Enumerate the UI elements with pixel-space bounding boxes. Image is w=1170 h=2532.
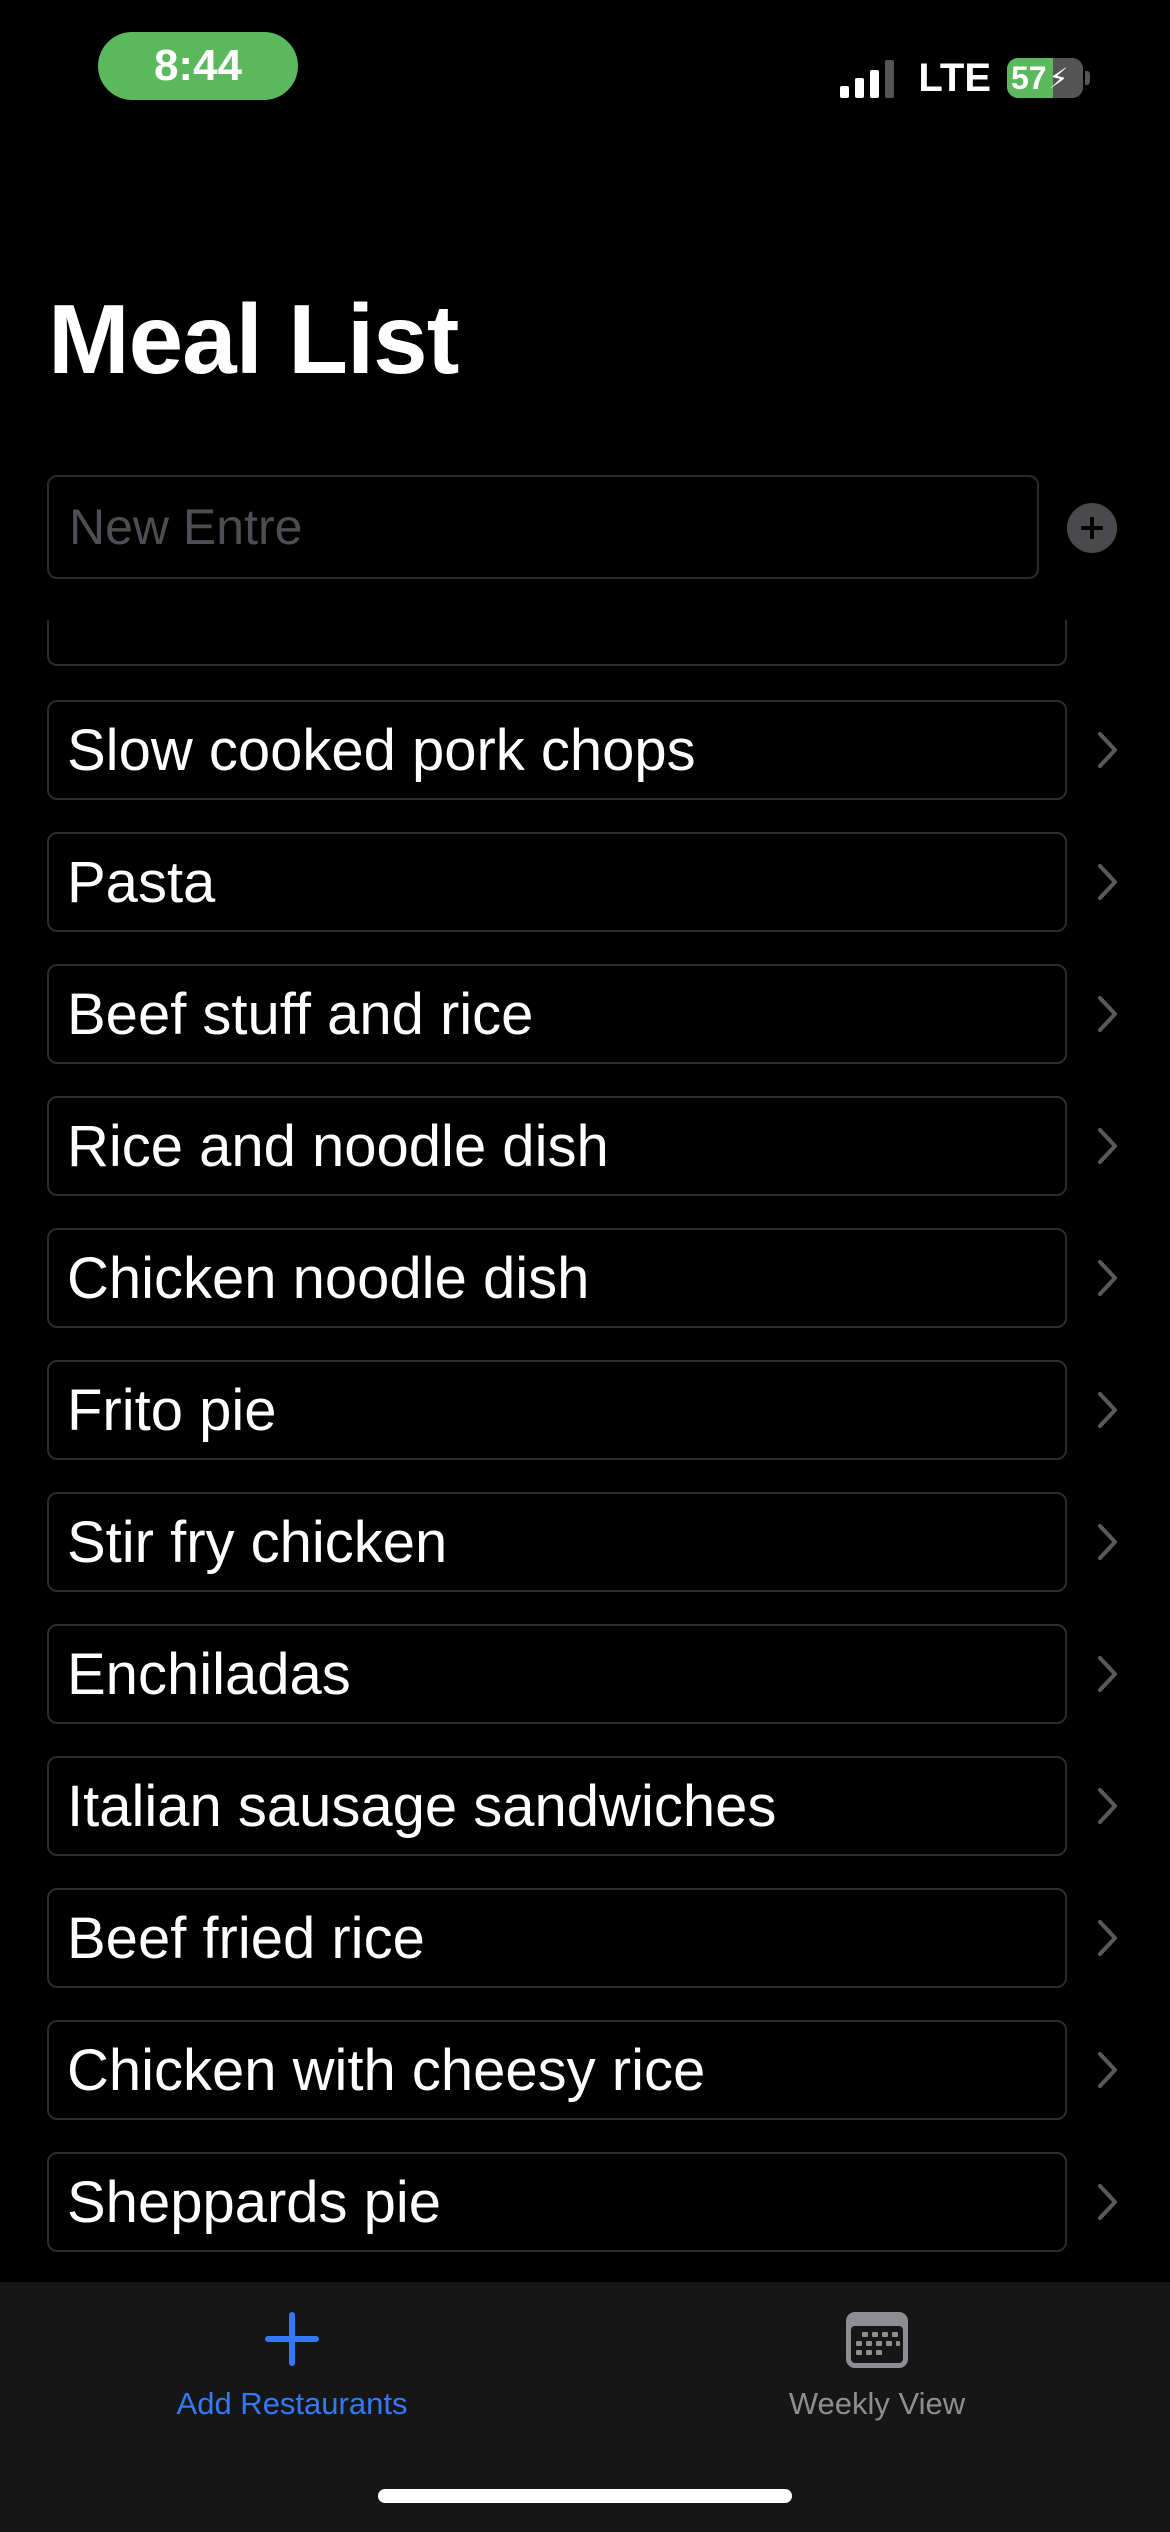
home-indicator[interactable]	[378, 2489, 792, 2503]
meal-name: Enchiladas	[47, 1624, 1067, 1724]
meal-list-item[interactable]: Beef fried rice	[0, 1888, 1170, 1988]
meal-name: Pasta	[47, 832, 1067, 932]
chevron-right-icon	[1098, 1788, 1117, 1824]
meal-list-item[interactable]: Beef stuff and rice	[0, 964, 1170, 1064]
meal-list-item[interactable]: Enchiladas	[0, 1624, 1170, 1724]
meal-name: Sheppards pie	[47, 2152, 1067, 2252]
chevron-right-icon	[1098, 1920, 1117, 1956]
meal-name: Chicken with cheesy rice	[47, 2020, 1067, 2120]
tab-weekly-view[interactable]: Weekly View	[677, 2282, 1077, 2432]
meal-name: Beef stuff and rice	[47, 964, 1067, 1064]
chevron-right-icon	[1098, 1392, 1117, 1428]
chevron-right-icon	[1098, 2052, 1117, 2088]
chevron-right-icon	[1098, 1128, 1117, 1164]
plus-circle-icon	[1081, 517, 1103, 539]
status-indicators: LTE 57 ⚡	[840, 50, 1090, 106]
cellular-signal-icon	[840, 58, 895, 98]
battery-cap	[1085, 71, 1090, 85]
partial-list-item	[47, 620, 1067, 666]
meal-name: Frito pie	[47, 1360, 1067, 1460]
meal-name: Slow cooked pork chops	[47, 700, 1067, 800]
status-time: 8:44	[98, 32, 298, 100]
network-type: LTE	[918, 55, 991, 100]
meal-name: Stir fry chicken	[47, 1492, 1067, 1592]
meal-name: Beef fried rice	[47, 1888, 1067, 1988]
meal-list-item[interactable]: Stir fry chicken	[0, 1492, 1170, 1592]
battery-level: 57	[1011, 59, 1047, 96]
meal-name: Italian sausage sandwiches	[47, 1756, 1067, 1856]
chevron-right-icon	[1098, 996, 1117, 1032]
page-title: Meal List	[48, 284, 459, 394]
chevron-right-icon	[1098, 1260, 1117, 1296]
tab-weekly-view-label: Weekly View	[788, 2386, 966, 2421]
meal-list-item[interactable]: Pasta	[0, 832, 1170, 932]
meal-list-item[interactable]: Chicken noodle dish	[0, 1228, 1170, 1328]
add-entry-button[interactable]	[1067, 503, 1117, 553]
meal-list-item[interactable]: Sheppards pie	[0, 2152, 1170, 2252]
chevron-right-icon	[1098, 1656, 1117, 1692]
battery-icon: 57 ⚡	[1007, 58, 1083, 98]
meal-list-item[interactable]: Slow cooked pork chops	[0, 700, 1170, 800]
meal-list-item[interactable]: Chicken with cheesy rice	[0, 2020, 1170, 2120]
tab-add-restaurants-label: Add Restaurants	[176, 2386, 408, 2421]
tab-bar: Add Restaurants Weekly View	[0, 2282, 1170, 2532]
meal-list-item[interactable]: Frito pie	[0, 1360, 1170, 1460]
tab-add-restaurants[interactable]: Add Restaurants	[92, 2282, 492, 2432]
new-entre-input[interactable]	[47, 475, 1039, 579]
chevron-right-icon	[1098, 2184, 1117, 2220]
charging-bolt-icon: ⚡	[1048, 62, 1069, 94]
meal-list-item[interactable]: Italian sausage sandwiches	[0, 1756, 1170, 1856]
meal-name: Rice and noodle dish	[47, 1096, 1067, 1196]
meal-name: Chicken noodle dish	[47, 1228, 1067, 1328]
meal-list-item[interactable]: Rice and noodle dish	[0, 1096, 1170, 1196]
calendar-icon	[846, 2312, 908, 2368]
chevron-right-icon	[1098, 1524, 1117, 1560]
chevron-right-icon	[1098, 864, 1117, 900]
plus-icon	[265, 2312, 319, 2366]
chevron-right-icon	[1098, 732, 1117, 768]
